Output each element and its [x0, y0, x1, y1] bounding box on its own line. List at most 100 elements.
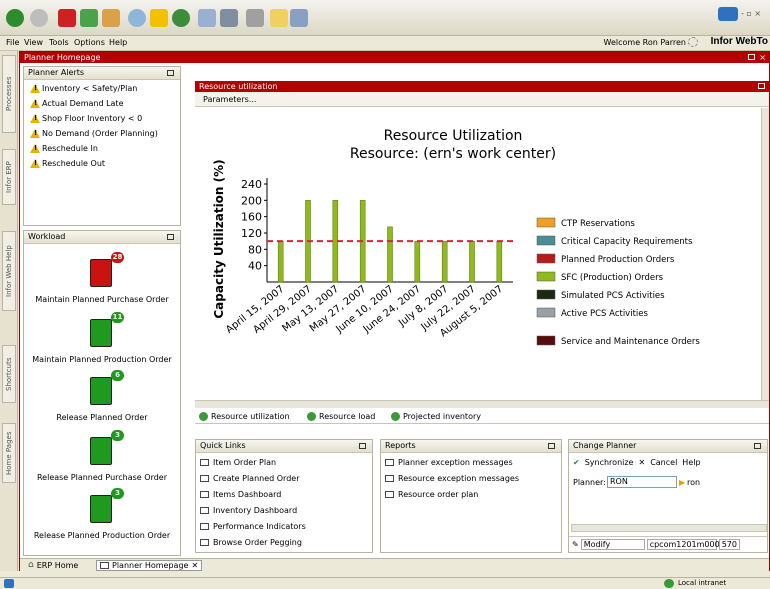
legend-swatch — [536, 217, 556, 228]
alert-item[interactable]: Inventory < Safety/Plan — [30, 84, 137, 93]
workload-header: Workload — [24, 231, 180, 244]
tab-infor-erp[interactable]: Infor ERP — [2, 149, 16, 205]
legend-swatch — [536, 335, 556, 346]
horizontal-scrollbar[interactable] — [195, 400, 769, 408]
folder-icon[interactable] — [270, 9, 288, 27]
search-icon[interactable] — [128, 9, 146, 27]
close-icon[interactable]: × — [759, 52, 766, 63]
intranet-icon — [664, 579, 674, 588]
menu-view[interactable]: View — [24, 38, 43, 47]
maximize-icon[interactable] — [758, 83, 765, 89]
report-item[interactable]: Planner exception messages — [385, 458, 513, 467]
planner-input[interactable]: RON — [607, 476, 677, 488]
menu-tools[interactable]: Tools — [49, 38, 69, 47]
workload-label[interactable]: Release Planned Purchase Order — [24, 473, 180, 482]
stop-icon[interactable] — [58, 9, 76, 27]
parameters-link[interactable]: Parameters... — [203, 95, 256, 104]
forward-icon[interactable] — [30, 9, 48, 27]
cancel-button[interactable]: Cancel — [650, 458, 677, 467]
menu-help[interactable]: Help — [109, 38, 127, 47]
quick-link-item[interactable]: Browse Order Pegging — [200, 538, 302, 547]
quick-link-item[interactable]: Create Planned Order — [200, 474, 300, 483]
quick-link-item[interactable]: Items Dashboard — [200, 490, 281, 499]
side-tab-strip: Processes Infor ERP Infor Web Help Short… — [0, 51, 18, 571]
alert-item[interactable]: Reschedule Out — [30, 159, 105, 168]
print-icon[interactable] — [220, 9, 238, 27]
vertical-scrollbar[interactable] — [761, 108, 769, 400]
maximize-icon[interactable] — [754, 443, 761, 449]
favorites-icon[interactable] — [150, 9, 168, 27]
workload-item[interactable]: 3 Release Planned Production Order — [24, 485, 180, 543]
workload-item[interactable]: 3 Release Planned Purchase Order — [24, 427, 180, 485]
alerts-header: Planner Alerts — [24, 67, 180, 80]
report-item[interactable]: Resource order plan — [385, 490, 478, 499]
tab-home-pages[interactable]: Home Pages — [2, 423, 16, 483]
report-item[interactable]: Resource exception messages — [385, 474, 519, 483]
quick-links-portlet: Quick Links Item Order Plan Create Plann… — [195, 439, 373, 553]
chart-subtitle: Resource: (ern's work center) — [350, 146, 556, 162]
maximize-icon[interactable] — [167, 70, 174, 76]
workload-label[interactable]: Release Planned Production Order — [24, 531, 180, 540]
count-badge: 6 — [111, 370, 124, 381]
pencil-icon: ✎ — [572, 540, 579, 549]
maximize-icon[interactable] — [748, 54, 755, 60]
messenger-icon[interactable] — [290, 9, 308, 27]
mail-icon[interactable] — [198, 9, 216, 27]
workload-title: Workload — [28, 232, 66, 241]
legend-swatch — [536, 289, 556, 300]
y-tick-label: 80 — [248, 243, 262, 256]
params-bar: Parameters... — [195, 92, 769, 107]
alert-item[interactable]: No Demand (Order Planning) — [30, 129, 158, 138]
tab-resource-utilization[interactable]: Resource utilization — [199, 412, 290, 421]
legend-label: Simulated PCS Activities — [561, 291, 665, 301]
quick-link-item[interactable]: Inventory Dashboard — [200, 506, 297, 515]
warning-icon — [30, 84, 40, 93]
synchronize-button[interactable]: Synchronize — [585, 458, 634, 467]
maximize-icon[interactable] — [359, 443, 366, 449]
warning-icon — [30, 129, 40, 138]
alert-item[interactable]: Shop Floor Inventory < 0 — [30, 114, 142, 123]
close-icon[interactable]: ✕ — [191, 561, 198, 570]
workload-label[interactable]: Release Planned Order — [24, 413, 180, 422]
back-icon[interactable] — [6, 9, 24, 27]
quick-link-item[interactable]: Item Order Plan — [200, 458, 276, 467]
tab-shortcuts[interactable]: Shortcuts — [2, 345, 16, 403]
legend-swatch — [536, 271, 556, 282]
chart-title: Resource Utilization — [384, 128, 523, 144]
tab-projected-inventory[interactable]: Projected inventory — [391, 412, 481, 421]
home-icon: ⌂ — [28, 560, 34, 570]
toolbar: - ▫ × — [0, 0, 770, 36]
planner-label: Planner: — [573, 478, 606, 487]
alert-item[interactable]: Reschedule In — [30, 144, 98, 153]
alerts-portlet: Planner Alerts Inventory < Safety/Plan A… — [23, 66, 181, 226]
window-controls[interactable]: - ▫ × — [741, 9, 761, 18]
workload-label[interactable]: Maintain Planned Purchase Order — [24, 295, 180, 304]
maximize-icon[interactable] — [548, 443, 555, 449]
alert-item[interactable]: Actual Demand Late — [30, 99, 124, 108]
alerts-title: Planner Alerts — [28, 68, 85, 77]
menu-options[interactable]: Options — [74, 38, 105, 47]
home-icon[interactable] — [102, 9, 120, 27]
history-icon[interactable] — [172, 9, 190, 27]
tab-processes[interactable]: Processes — [2, 55, 16, 133]
legend-label: Planned Production Orders — [561, 255, 675, 265]
y-tick-label: 240 — [241, 178, 262, 191]
workload-item[interactable]: 28 Maintain Planned Purchase Order — [24, 249, 180, 307]
edit-icon[interactable] — [246, 9, 264, 27]
workload-item[interactable]: 6 Release Planned Order — [24, 367, 180, 425]
tab-planner-homepage[interactable]: Planner Homepage ✕ — [96, 560, 203, 571]
workload-item[interactable]: 11 Maintain Planned Production Order — [24, 309, 180, 367]
refresh-icon[interactable] — [80, 9, 98, 27]
quick-link-item[interactable]: Performance Indicators — [200, 522, 306, 531]
workload-label[interactable]: Maintain Planned Production Order — [24, 355, 180, 364]
menu-file[interactable]: File — [6, 38, 19, 47]
legend-label: Active PCS Activities — [561, 309, 649, 319]
planner-scrollbar[interactable] — [571, 524, 767, 532]
document-icon — [385, 459, 394, 466]
maximize-icon[interactable] — [167, 234, 174, 240]
tab-erp-home[interactable]: ⌂ ERP Home — [28, 560, 78, 570]
tab-infor-web-help[interactable]: Infor Web Help — [2, 231, 16, 311]
document-icon — [200, 507, 209, 514]
tab-resource-load[interactable]: Resource load — [307, 412, 375, 421]
help-button[interactable]: Help — [682, 458, 700, 467]
